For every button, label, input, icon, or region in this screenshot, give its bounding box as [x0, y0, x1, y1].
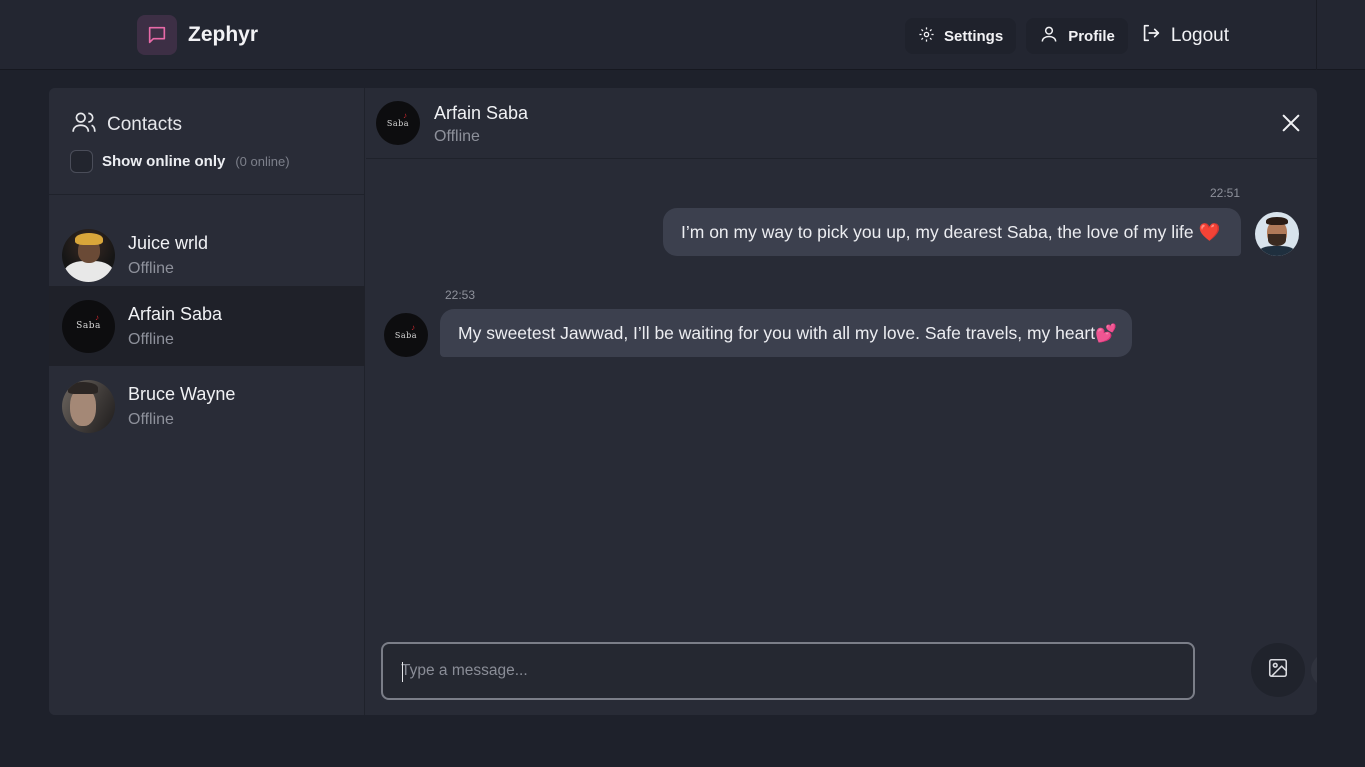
- avatar: [1255, 212, 1299, 256]
- close-icon: [1280, 114, 1302, 138]
- profile-button[interactable]: Profile: [1026, 18, 1128, 54]
- contact-name: Arfain Saba: [128, 303, 223, 324]
- profile-label: Profile: [1068, 27, 1115, 45]
- logout-icon: [1140, 22, 1162, 50]
- sidebar-header: Contacts Show online only (0 online): [49, 88, 364, 195]
- contact-name: Bruce Wayne: [128, 383, 236, 404]
- contact-name: Juice wrld: [128, 232, 209, 253]
- text-caret: [402, 662, 403, 682]
- contact-status: Offline: [128, 259, 174, 277]
- contact-item-arfain-saba[interactable]: Saba ♪ Arfain Saba Offline: [49, 286, 365, 366]
- brand[interactable]: Zephyr: [137, 15, 258, 55]
- avatar: [62, 228, 115, 282]
- contact-item-bruce-wayne[interactable]: Bruce Wayne Offline: [49, 366, 365, 446]
- avatar: Saba ♪: [62, 299, 115, 353]
- avatar: [62, 379, 115, 433]
- message-square-icon: [137, 15, 177, 55]
- image-icon: [1267, 657, 1289, 684]
- message-bubble-incoming: My sweetest Jawwad, I’ll be waiting for …: [440, 309, 1132, 357]
- chat-contact-name: Arfain Saba: [434, 103, 529, 123]
- message-composer[interactable]: [381, 642, 1195, 700]
- message-bubble-outgoing: I’m on my way to pick you up, my dearest…: [663, 208, 1241, 256]
- send-button[interactable]: [1311, 653, 1317, 687]
- app-name: Zephyr: [188, 23, 259, 46]
- chat-panel: Saba ♪ Arfain Saba Offline 22:51 I’m on …: [366, 88, 1317, 715]
- attach-image-button[interactable]: [1251, 643, 1305, 697]
- contacts-sidebar: Contacts Show online only (0 online) Jui…: [49, 88, 365, 715]
- contact-item-juice-wrld[interactable]: Juice wrld Offline: [49, 215, 365, 295]
- user-icon: [1039, 24, 1059, 48]
- show-online-label[interactable]: Show online only: [102, 153, 225, 170]
- show-online-checkbox[interactable]: [70, 150, 93, 173]
- contact-status: Offline: [128, 410, 174, 428]
- logout-button[interactable]: Logout: [1138, 18, 1229, 54]
- gear-icon: [918, 26, 935, 47]
- contacts-title: Contacts: [71, 109, 182, 141]
- contact-status: Offline: [128, 330, 174, 348]
- settings-button[interactable]: Settings: [905, 18, 1017, 54]
- chat-contact-status: Offline: [434, 128, 480, 145]
- top-navbar: Zephyr Settings Profile Logout: [0, 0, 1365, 70]
- chat-header: Saba ♪ Arfain Saba Offline: [366, 88, 1317, 159]
- header-nav: Settings Profile Logout: [905, 18, 1229, 54]
- avatar: Saba ♪: [384, 313, 428, 357]
- avatar: Saba ♪: [376, 101, 420, 145]
- navbar-divider: [1316, 0, 1317, 70]
- users-icon: [71, 109, 97, 141]
- message-input[interactable]: [383, 644, 1193, 698]
- settings-label: Settings: [944, 27, 1004, 45]
- close-chat-button[interactable]: [1280, 112, 1302, 134]
- chat-container: Contacts Show online only (0 online) Jui…: [49, 88, 1317, 715]
- message-time: 22:53: [445, 288, 476, 302]
- logout-label: Logout: [1170, 25, 1229, 46]
- online-count: (0 online): [235, 154, 290, 169]
- contacts-label: Contacts: [107, 114, 182, 135]
- message-time: 22:51: [1210, 186, 1241, 200]
- online-filter[interactable]: Show online only (0 online): [70, 150, 290, 173]
- avatar-logo-text: Saba: [76, 321, 101, 331]
